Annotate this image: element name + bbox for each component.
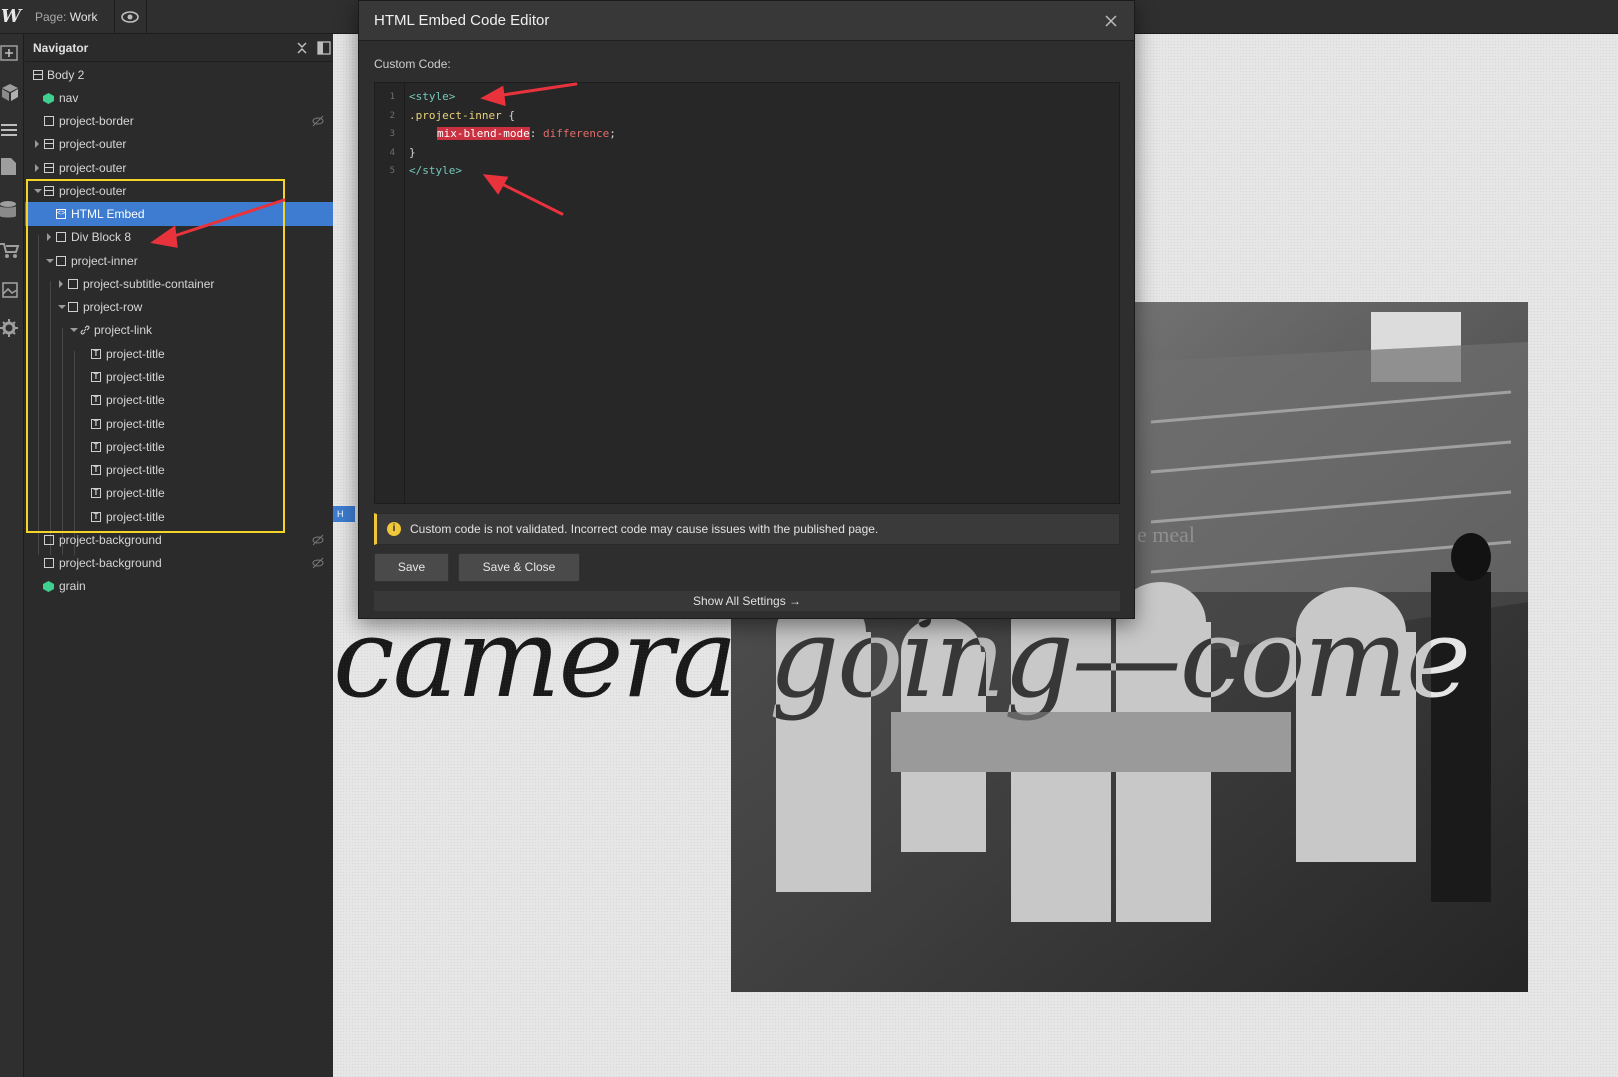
tree-item-grain[interactable]: grain <box>25 574 343 598</box>
assets-icon[interactable] <box>0 280 20 300</box>
navigator-header: Navigator <box>25 34 342 62</box>
tree-item-project-outer[interactable]: project-outer <box>25 132 343 156</box>
subtitle-text: e meal <box>1137 522 1196 547</box>
custom-code-label: Custom Code: <box>374 57 451 71</box>
expand-caret[interactable] <box>35 140 39 148</box>
highlight-box <box>26 179 285 533</box>
tree-item-project-background[interactable]: project-background <box>25 551 343 575</box>
navigator-title: Navigator <box>33 41 89 55</box>
cube-icon[interactable] <box>0 82 20 102</box>
code-editor[interactable]: 1 2 3 4 5 <style> .project-inner { mix-b… <box>374 82 1120 504</box>
code-line: </style> <box>409 164 462 177</box>
div-icon <box>44 558 54 568</box>
close-icon[interactable] <box>1104 14 1118 28</box>
page-name: Work <box>69 10 98 24</box>
divider <box>114 0 115 34</box>
dock-panel-icon[interactable] <box>317 41 331 55</box>
modal-header: HTML Embed Code Editor <box>359 1 1134 41</box>
pages-icon[interactable] <box>0 156 20 176</box>
code-line: .project-inner { <box>409 109 515 122</box>
add-icon[interactable] <box>0 43 20 63</box>
info-icon: i <box>387 522 401 536</box>
tree-item-nav[interactable]: nav <box>25 86 343 110</box>
cart-icon[interactable] <box>0 240 20 260</box>
modal-title: HTML Embed Code Editor <box>374 12 550 29</box>
line-gutter: 1 2 3 4 5 <box>375 83 405 503</box>
webflow-logo[interactable]: W <box>0 4 22 30</box>
html-embed-modal: HTML Embed Code Editor Custom Code: 1 2 … <box>358 0 1135 619</box>
code-line: mix-blend-mode: difference; <box>437 127 616 140</box>
tree-item-project-border[interactable]: project-border <box>25 109 343 133</box>
warning-text: Custom code is not validated. Incorrect … <box>410 522 879 536</box>
settings-icon[interactable] <box>0 318 20 338</box>
show-all-settings-button[interactable]: Show All Settings → <box>374 591 1120 611</box>
hidden-eye-icon[interactable] <box>312 534 324 546</box>
expand-caret[interactable] <box>35 164 39 172</box>
layers-icon[interactable] <box>0 120 20 140</box>
left-toolbar <box>0 34 24 1077</box>
database-icon[interactable] <box>0 200 20 220</box>
divider <box>146 0 147 34</box>
code-line: <style> <box>409 90 456 103</box>
code-line: } <box>409 146 416 159</box>
div-icon <box>44 535 54 545</box>
eye-icon[interactable] <box>121 10 139 24</box>
save-close-button[interactable]: Save & Close <box>458 553 580 582</box>
page-prefix: Page: <box>35 10 67 24</box>
tree-item-project-outer[interactable]: project-outer <box>25 156 343 180</box>
collapse-all-icon[interactable] <box>295 41 309 55</box>
component-icon <box>43 93 54 104</box>
page-selector[interactable]: Page: Work <box>35 0 97 34</box>
section-icon <box>44 139 54 149</box>
embed-badge[interactable]: H <box>333 506 355 522</box>
body-icon <box>33 70 43 80</box>
hidden-eye-icon[interactable] <box>312 557 324 569</box>
tree-item-body[interactable]: Body 2 <box>25 63 343 87</box>
div-icon <box>44 116 54 126</box>
warning-banner: i Custom code is not validated. Incorrec… <box>374 513 1120 545</box>
save-button[interactable]: Save <box>374 553 449 582</box>
hidden-eye-icon[interactable] <box>312 115 324 127</box>
section-icon <box>44 163 54 173</box>
component-icon <box>43 581 54 592</box>
